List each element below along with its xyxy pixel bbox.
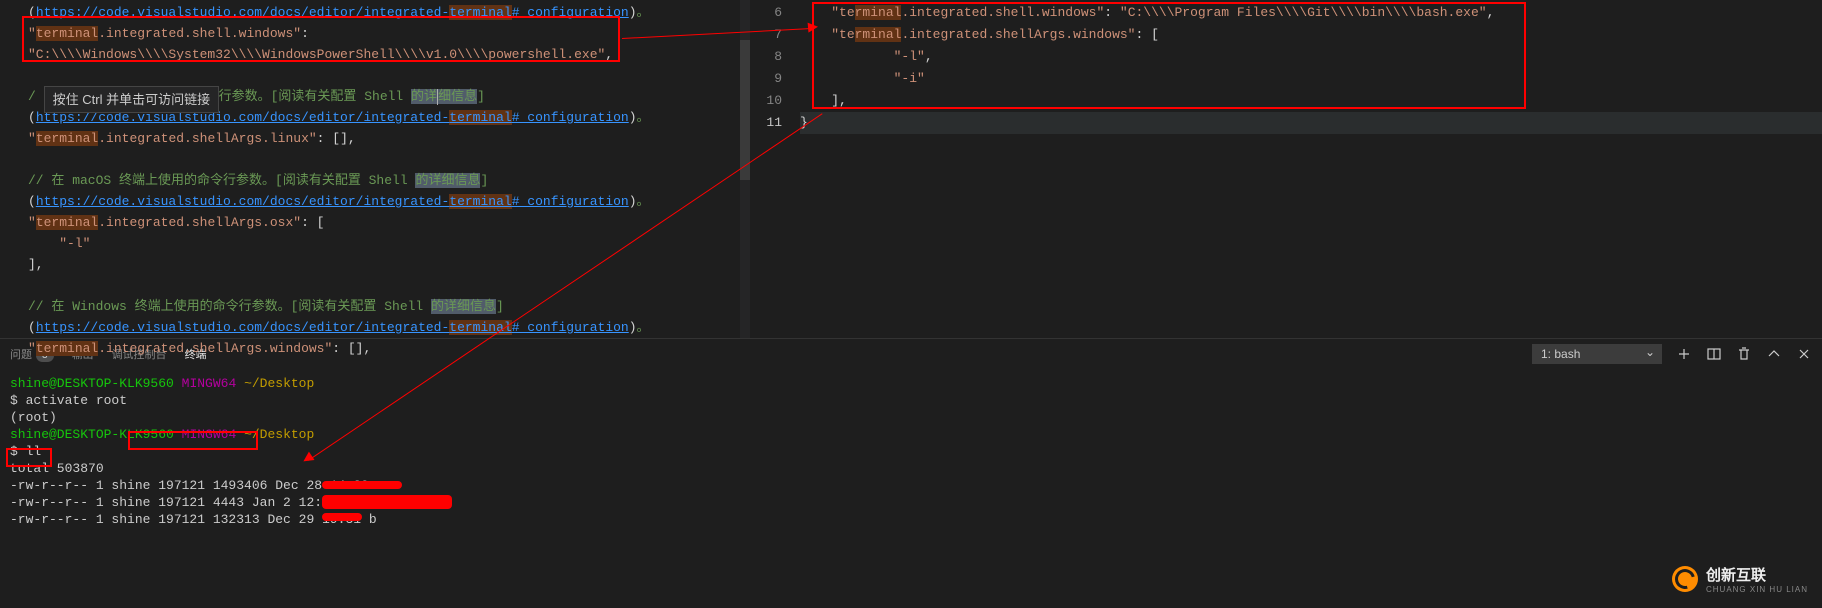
brand-logo-icon xyxy=(1672,566,1698,592)
code-line: ], xyxy=(28,254,750,275)
editor-split: (https://code.visualstudio.com/docs/edit… xyxy=(0,0,1822,338)
close-panel-icon[interactable] xyxy=(1796,346,1812,362)
panel-actions: 1: bash xyxy=(1532,344,1812,364)
kill-terminal-icon[interactable] xyxy=(1736,346,1752,362)
code-line: // 在 macOS 终端上使用的命令行参数。[阅读有关配置 Shell 的详细… xyxy=(28,170,750,191)
bottom-panel: 问题3 输出 调试控制台 终端 1: bash shine@DESKTOP-KL… xyxy=(0,338,1822,608)
new-terminal-icon[interactable] xyxy=(1676,346,1692,362)
code-line: "terminal.integrated.shellArgs.linux": [… xyxy=(28,128,750,149)
brand-name-cn: 创新互联 xyxy=(1706,564,1808,585)
editor-right-pane[interactable]: 6 7 8 9 10 11 "terminal.integrated.shell… xyxy=(750,0,1822,338)
code-line: "C:\\\\Windows\\\\System32\\\\WindowsPow… xyxy=(28,44,750,65)
link-tooltip: 按住 Ctrl 并单击可访问链接 xyxy=(44,86,219,113)
code-line: (https://code.visualstudio.com/docs/edit… xyxy=(28,191,750,212)
terminal-output[interactable]: shine@DESKTOP-KLK9560 MINGW64 ~/Desktop … xyxy=(0,369,1822,534)
code-line: (https://code.visualstudio.com/docs/edit… xyxy=(28,317,750,338)
editor-right-content: "terminal.integrated.shell.windows": "C:… xyxy=(800,0,1822,338)
terminal-selector[interactable]: 1: bash xyxy=(1532,344,1662,364)
code-line xyxy=(28,275,750,296)
code-line: "terminal.integrated.shell.windows": xyxy=(28,23,750,44)
code-line: (https://code.visualstudio.com/docs/edit… xyxy=(28,2,750,23)
code-line: "terminal.integrated.shellArgs.windows":… xyxy=(28,338,750,359)
split-terminal-icon[interactable] xyxy=(1706,346,1722,362)
brand-name-en: CHUANG XIN HU LIAN xyxy=(1706,585,1808,594)
code-line xyxy=(28,65,750,86)
code-line: "-l" xyxy=(28,233,750,254)
line-gutter: 6 7 8 9 10 11 xyxy=(750,0,800,338)
code-line xyxy=(28,149,750,170)
minimap-slider[interactable] xyxy=(740,40,750,180)
brand-watermark: 创新互联 CHUANG XIN HU LIAN xyxy=(1672,564,1808,594)
code-line: "terminal.integrated.shellArgs.osx": [ xyxy=(28,212,750,233)
maximize-panel-icon[interactable] xyxy=(1766,346,1782,362)
minimap-left[interactable] xyxy=(740,0,750,338)
code-line: / 按住 Ctrl 并单击可访问链接 令行参数。[阅读有关配置 Shell 的详… xyxy=(28,86,750,107)
editor-left-pane[interactable]: (https://code.visualstudio.com/docs/edit… xyxy=(0,0,750,338)
code-line: // 在 Windows 终端上使用的命令行参数。[阅读有关配置 Shell 的… xyxy=(28,296,750,317)
